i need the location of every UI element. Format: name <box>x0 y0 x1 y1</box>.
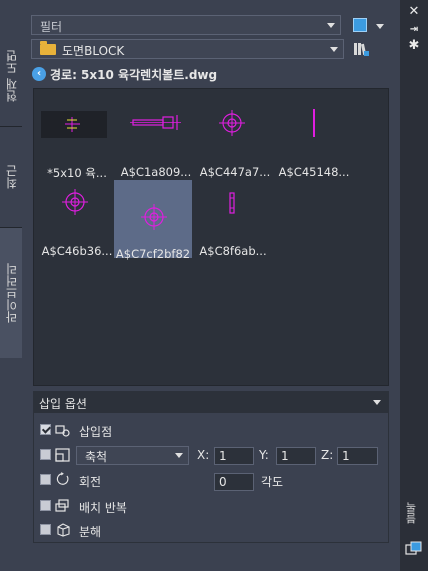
block-label: A$C1a809... <box>120 165 192 179</box>
folder-icon <box>40 41 56 55</box>
insertion-point-checkbox[interactable] <box>40 424 51 435</box>
scale-checkbox[interactable] <box>40 449 51 460</box>
explode-icon <box>57 523 70 537</box>
side-tab-strip: 현재 도면 최근 라이브러리 <box>0 0 23 571</box>
block-label: A$C45148... <box>278 165 350 179</box>
palette-logo-icon <box>405 541 422 555</box>
gear-icon[interactable]: ✱ <box>406 38 422 54</box>
block-item[interactable]: *5x10 육... <box>38 103 116 181</box>
scale-icon <box>55 448 70 462</box>
insert-options-header[interactable]: 삽입 옵션 <box>33 391 389 413</box>
chevron-down-icon[interactable] <box>330 47 338 52</box>
repeat-placement-label: 배치 반복 <box>79 501 127 515</box>
folder-combo[interactable]: 도면BLOCK <box>31 39 344 59</box>
scale-combo[interactable]: 축척 <box>76 446 189 465</box>
tab-library[interactable]: 라이브러리 <box>0 228 22 358</box>
scale-combo-value: 축척 <box>85 450 108 464</box>
close-icon[interactable]: ✕ <box>406 4 422 20</box>
angle-input[interactable]: 0 <box>214 473 254 491</box>
rotation-checkbox[interactable] <box>40 474 51 485</box>
repeat-placement-checkbox[interactable] <box>40 500 51 511</box>
z-label: Z: <box>321 448 334 462</box>
rotation-label: 회전 <box>79 475 102 489</box>
palette-window: 현재 도면 최근 라이브러리 필터 도면BLOCK ‹ 경로: 5x10 육각렌… <box>0 0 428 571</box>
path-text: 경로: 5x10 육각렌치볼트.dwg <box>50 68 218 82</box>
tab-recent[interactable]: 최근 <box>0 127 22 227</box>
scale-z-input[interactable]: 1 <box>337 447 378 465</box>
scale-y-input[interactable]: 1 <box>276 447 316 465</box>
repeat-placement-icon <box>55 499 69 512</box>
chevron-down-icon[interactable] <box>373 400 381 405</box>
chevron-down-icon[interactable] <box>175 453 183 458</box>
insertion-point-label: 삽입점 <box>79 425 113 439</box>
scale-x-input[interactable]: 1 <box>214 447 254 465</box>
palette-title: 블록 <box>405 502 418 524</box>
auto-hide-icon[interactable]: ⇥ <box>406 22 422 38</box>
x-label: X: <box>197 448 210 462</box>
angle-label: 각도 <box>261 475 284 489</box>
block-label: A$C447a7... <box>199 165 271 179</box>
rotate-icon <box>56 472 69 485</box>
chevron-down-icon[interactable] <box>327 23 335 28</box>
block-label: A$C8f6ab... <box>199 244 267 258</box>
block-item-selected[interactable]: A$C7cf2bf82 <box>114 180 192 261</box>
block-thumbnail-grid[interactable]: *5x10 육... A$C1a809... A$C447a7... A$C45… <box>33 88 389 386</box>
block-label: A$C46b36... <box>41 244 113 258</box>
palette-title-strip: ✕ ⇥ ✱ 블록 <box>400 0 428 571</box>
filter-combo[interactable]: 필터 <box>31 15 341 35</box>
block-item[interactable]: A$C1a809... <box>117 103 195 181</box>
insert-options-title: 삽입 옵션 <box>39 397 87 411</box>
insertion-point-icon <box>55 425 70 437</box>
folder-combo-value: 도면BLOCK <box>62 44 125 58</box>
block-item[interactable]: A$C46b36... <box>38 182 116 260</box>
explode-label: 분해 <box>79 525 102 539</box>
tab-current-drawing[interactable]: 현재 도면 <box>0 26 22 126</box>
block-label: A$C7cf2bf82 <box>115 247 191 261</box>
back-arrow-icon[interactable]: ‹ <box>32 67 46 81</box>
blocks-panel: 필터 도면BLOCK ‹ 경로: 5x10 육각렌치볼트.dwg *5x10 육… <box>22 0 400 571</box>
filter-placeholder: 필터 <box>40 20 63 34</box>
library-browse-icon[interactable] <box>353 41 369 57</box>
block-gallery-icon[interactable] <box>353 18 367 32</box>
block-label: *5x10 육... <box>47 166 107 180</box>
block-item[interactable]: A$C45148... <box>275 103 353 181</box>
y-label: Y: <box>259 448 269 462</box>
block-item[interactable]: A$C8f6ab... <box>194 182 272 260</box>
insert-options-body: 삽입점 축척 X: 1 Y: 1 Z: 1 회전 0 각도 배치 반복 분해 <box>33 413 389 543</box>
explode-checkbox[interactable] <box>40 524 51 535</box>
block-item[interactable]: A$C447a7... <box>196 103 274 181</box>
chevron-down-icon[interactable] <box>376 24 384 29</box>
